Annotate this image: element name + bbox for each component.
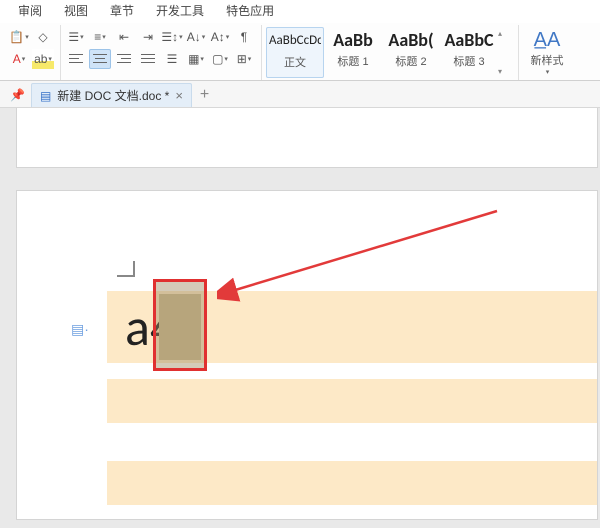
sort-icon[interactable]: A↕▾ xyxy=(209,27,231,47)
text-direction-icon[interactable]: A↓▾ xyxy=(185,27,207,47)
style-heading1[interactable]: AaBb 标题 1 xyxy=(324,27,382,78)
line-spacing-icon[interactable]: ☰↕▾ xyxy=(161,27,183,47)
new-style-group: A̲A 新样式 ▾ xyxy=(519,25,577,80)
selection-fill xyxy=(159,294,201,360)
style-heading2[interactable]: AaBb( 标题 2 xyxy=(382,27,440,78)
pin-icon[interactable]: 📌 xyxy=(10,88,25,102)
menu-dev-tools[interactable]: 开发工具 xyxy=(156,2,204,19)
menu-review[interactable]: 审阅 xyxy=(18,2,42,19)
doc-icon: ▤ xyxy=(40,89,51,103)
chevron-down-icon: ▾ xyxy=(526,68,569,76)
clear-format-icon[interactable]: ◇ xyxy=(32,27,54,47)
style-label: 正文 xyxy=(269,54,321,70)
table-row-2[interactable] xyxy=(107,379,598,423)
style-sample: AaBbC xyxy=(442,29,496,51)
style-sample: AaBb( xyxy=(384,29,438,51)
menu-chapter[interactable]: 章节 xyxy=(110,2,134,19)
new-tab-button[interactable]: + xyxy=(200,86,209,104)
shading-icon[interactable]: ▦▾ xyxy=(185,49,207,69)
new-style-button[interactable]: A̲A 新样式 ▾ xyxy=(523,27,571,78)
align-center-icon[interactable] xyxy=(89,49,111,69)
style-normal[interactable]: AaBbCcDd 正文 xyxy=(266,27,324,78)
menu-special[interactable]: 特色应用 xyxy=(226,2,274,19)
new-style-icon: A̲A xyxy=(525,29,569,52)
borders-icon[interactable]: ▢▾ xyxy=(209,49,231,69)
format-painter-icon[interactable]: 📋▾ xyxy=(8,27,30,47)
bullet-list-icon[interactable]: ☰▾ xyxy=(65,27,87,47)
align-right-icon[interactable] xyxy=(113,49,135,69)
tabs-icon[interactable]: ⊞▾ xyxy=(233,49,255,69)
menu-view[interactable]: 视图 xyxy=(64,2,88,19)
style-label: 标题 1 xyxy=(326,53,380,69)
indent-icon[interactable]: ⇥ xyxy=(137,27,159,47)
align-left-icon[interactable] xyxy=(65,49,87,69)
tab-title: 新建 DOC 文档.doc * xyxy=(57,87,169,104)
numbered-list-icon[interactable]: ≡▾ xyxy=(89,27,111,47)
highlight-color-icon[interactable]: ab▾ xyxy=(32,49,54,69)
document-page[interactable]: a4 ▤· xyxy=(16,190,598,520)
workspace: a4 ▤· xyxy=(0,108,600,528)
paragraph-options-icon[interactable]: ▤· xyxy=(71,321,89,338)
tab-strip: 📌 ▤ 新建 DOC 文档.doc * × + xyxy=(0,81,600,108)
align-justify-icon[interactable] xyxy=(137,49,159,69)
style-sample: AaBbCcDd xyxy=(269,30,321,52)
style-heading3[interactable]: AaBbC 标题 3 xyxy=(440,27,498,78)
font-color-icon[interactable]: A▾ xyxy=(8,49,30,69)
table-row-3[interactable] xyxy=(107,461,598,505)
chevron-down-icon[interactable]: ▾ xyxy=(498,67,512,76)
style-label: 标题 2 xyxy=(384,53,438,69)
show-marks-icon[interactable]: ¶ xyxy=(233,27,255,47)
annotation-selection-box xyxy=(153,279,207,371)
document-tab[interactable]: ▤ 新建 DOC 文档.doc * × xyxy=(31,83,192,107)
distribute-icon[interactable]: ☰ xyxy=(161,49,183,69)
new-style-label: 新样式 xyxy=(525,52,569,68)
outdent-icon[interactable]: ⇤ xyxy=(113,27,135,47)
cursor-position-mark xyxy=(117,261,135,277)
ribbon-toolbar: 📋▾ ◇ A▾ ab▾ ☰▾ ≡▾ ⇤ ⇥ ☰↕▾ A↓▾ A↕▾ ¶ xyxy=(0,23,600,81)
chevron-up-icon[interactable]: ▴ xyxy=(498,29,512,38)
style-sample: AaBb xyxy=(326,29,380,51)
paragraph-group: ☰▾ ≡▾ ⇤ ⇥ ☰↕▾ A↓▾ A↕▾ ¶ ☰ ▦▾ ▢▾ xyxy=(61,25,262,80)
previous-page-edge xyxy=(16,108,598,168)
close-icon[interactable]: × xyxy=(175,88,183,103)
font-group: 📋▾ ◇ A▾ ab▾ xyxy=(4,25,61,80)
style-label: 标题 3 xyxy=(442,53,496,69)
annotation-arrow-icon xyxy=(217,201,517,321)
styles-gallery: AaBbCcDd 正文 AaBb 标题 1 AaBb( 标题 2 AaBbC 标… xyxy=(262,25,519,80)
styles-scroll[interactable]: ▴ ▾ xyxy=(498,27,512,78)
